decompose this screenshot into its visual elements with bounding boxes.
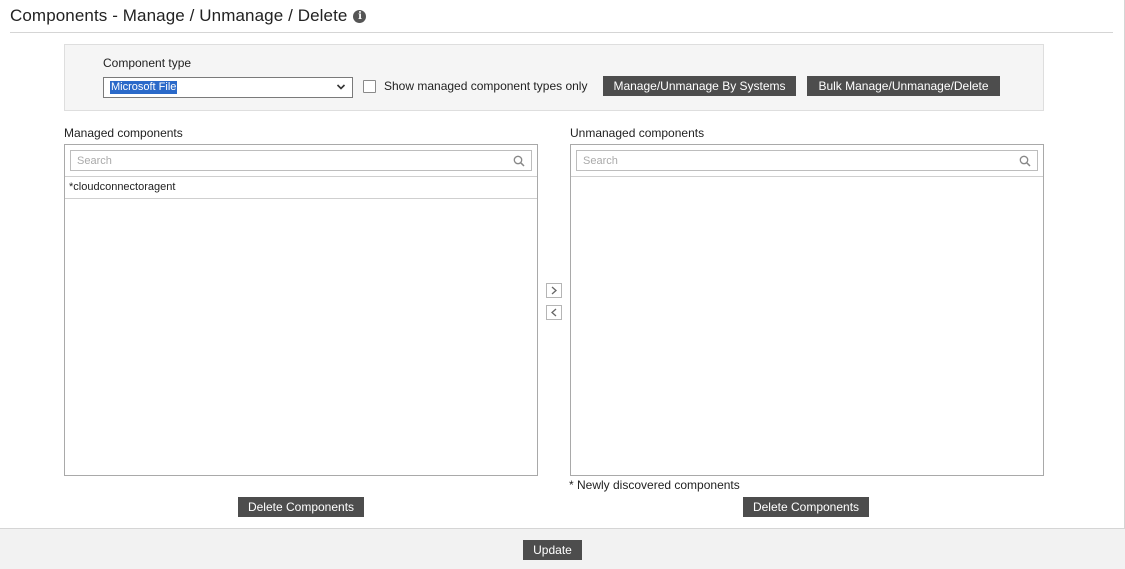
delete-unmanaged-components-button[interactable]: Delete Components — [743, 497, 869, 517]
filter-panel: Component type Microsoft File Show manag… — [64, 44, 1044, 111]
delete-managed-components-button[interactable]: Delete Components — [238, 497, 364, 517]
update-button[interactable]: Update — [523, 540, 582, 560]
component-type-label: Component type — [103, 56, 192, 70]
unmanaged-search-input[interactable] — [577, 151, 1037, 171]
unmanaged-list-area — [571, 176, 1043, 475]
search-icon[interactable] — [513, 155, 525, 167]
list-item[interactable]: *cloudconnectoragent — [65, 177, 537, 199]
show-managed-checkbox[interactable] — [363, 79, 376, 93]
show-managed-label: Show managed component types only — [384, 79, 588, 93]
unmanaged-components-list — [570, 144, 1044, 476]
unmanaged-search — [576, 150, 1038, 171]
managed-list-area: *cloudconnectoragent — [65, 176, 537, 475]
page-header: Components - Manage / Unmanage / Delete … — [10, 0, 1113, 33]
managed-components-list: *cloudconnectoragent — [64, 144, 538, 476]
move-right-button[interactable] — [546, 283, 562, 298]
show-managed-toggle[interactable]: Show managed component types only — [363, 79, 587, 93]
chevron-down-icon — [336, 84, 346, 90]
manage-by-systems-button[interactable]: Manage/Unmanage By Systems — [603, 76, 796, 96]
unmanaged-components-label: Unmanaged components — [570, 126, 705, 140]
newly-discovered-note: * Newly discovered components — [569, 478, 740, 492]
move-left-button[interactable] — [546, 305, 562, 320]
chevron-right-icon — [551, 286, 557, 295]
footer-bar: Update — [0, 528, 1125, 569]
managed-search-input[interactable] — [71, 151, 531, 171]
chevron-left-icon — [551, 308, 557, 317]
page-title: Components - Manage / Unmanage / Delete — [10, 6, 348, 25]
component-type-select[interactable]: Microsoft File — [103, 77, 353, 98]
info-icon[interactable]: i — [353, 9, 367, 23]
managed-components-label: Managed components — [64, 126, 183, 140]
bulk-manage-button[interactable]: Bulk Manage/Unmanage/Delete — [807, 76, 1000, 96]
search-icon[interactable] — [1019, 155, 1031, 167]
component-type-value: Microsoft File — [110, 81, 178, 94]
managed-search — [70, 150, 532, 171]
